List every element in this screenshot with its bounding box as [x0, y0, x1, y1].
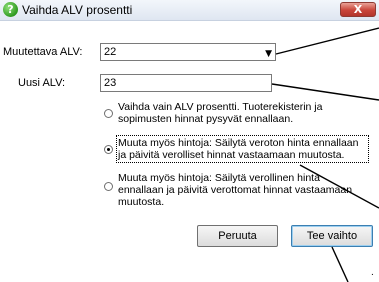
dialog-window: ? Vaihda ALV prosentti X Muutettava ALV:…: [0, 0, 379, 282]
cancel-button[interactable]: Peruuta: [197, 225, 278, 247]
option-keep-gross-label[interactable]: Muuta myös hintoja: Säilytä verollinen h…: [118, 172, 368, 208]
new-vat-input[interactable]: 23: [100, 74, 272, 92]
option-keep-net-label[interactable]: Muuta myös hintoja: Säilytä veroton hint…: [118, 137, 368, 161]
current-vat-label: Muutettava ALV:: [3, 46, 83, 58]
callout-line-input: [271, 83, 379, 101]
option-line: Muuta myös hintoja: Säilytä verollinen h…: [118, 172, 320, 184]
option-line: sopimusten hinnat pysyvät ennallaan.: [118, 113, 294, 125]
radio-keep-net-price[interactable]: [104, 145, 113, 154]
current-vat-value: 22: [104, 46, 117, 58]
window-title: Vaihda ALV prosentti: [22, 3, 133, 17]
new-vat-value: 23: [104, 77, 117, 89]
option-vat-only-label[interactable]: Vaihda vain ALV prosentti. Tuoterekister…: [118, 101, 368, 125]
radio-keep-gross-price[interactable]: [104, 182, 113, 191]
footer-mark: .: [371, 267, 374, 278]
callout-line-select: [275, 27, 379, 55]
option-line: ja päivitä verolliset hinnat vastaamaan …: [118, 149, 345, 161]
apply-button[interactable]: Tee vaihto: [291, 225, 373, 247]
option-line: Muuta myös hintoja: Säilytä veroton hint…: [118, 137, 359, 149]
chevron-down-icon[interactable]: ▼: [265, 49, 272, 59]
title-bar: ? Vaihda ALV prosentti X: [0, 0, 379, 21]
close-button[interactable]: X: [340, 2, 376, 17]
new-vat-label: Uusi ALV:: [18, 77, 66, 89]
option-line: ennallaan ja päivitä verottomat hinnat v…: [118, 184, 353, 196]
current-vat-select[interactable]: 22 ▼: [100, 43, 276, 61]
radio-vat-only[interactable]: [104, 109, 113, 118]
option-line: muutosta.: [118, 196, 165, 208]
green-question-icon: ?: [3, 2, 18, 17]
callout-line-button: [331, 246, 349, 282]
option-line: Vaihda vain ALV prosentti. Tuoterekister…: [118, 101, 323, 113]
